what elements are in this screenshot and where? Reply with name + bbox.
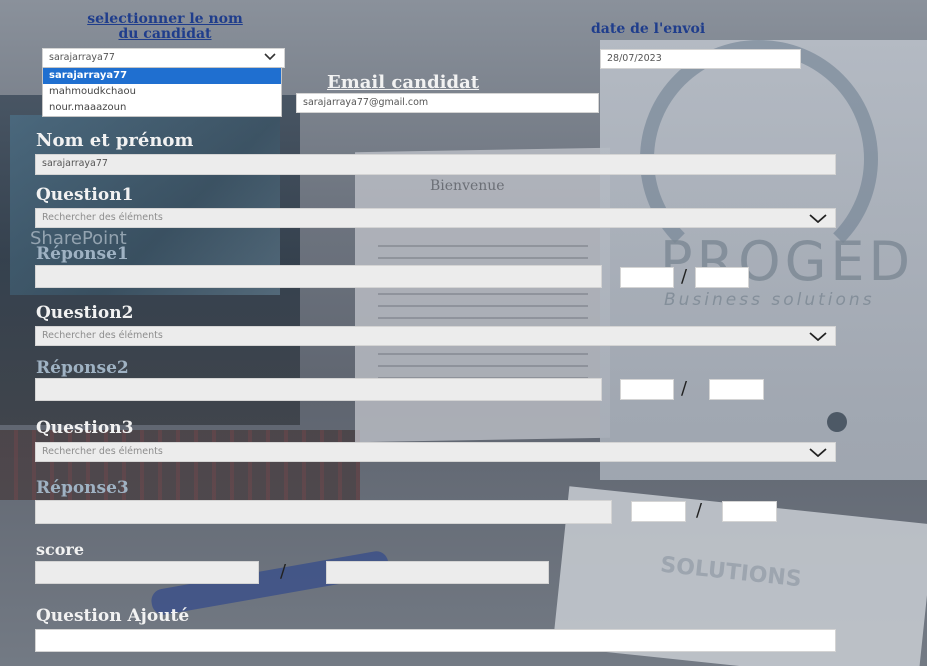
added-question-label: Question Ajouté	[36, 606, 190, 626]
chevron-down-icon	[809, 214, 827, 223]
question2-label: Question2	[36, 303, 134, 323]
answer1-label: Réponse1	[36, 244, 129, 264]
candidate-option[interactable]: sarajarraya77	[43, 68, 281, 84]
background-contacts	[620, 402, 920, 422]
answer1-max-input[interactable]	[695, 267, 749, 288]
answer1-field[interactable]	[35, 265, 602, 288]
background-bienvenue-text: Bienvenue	[430, 178, 505, 194]
candidate-select-value: sarajarraya77	[49, 52, 115, 63]
question1-label: Question1	[36, 185, 134, 205]
answer3-max-input[interactable]	[722, 501, 777, 522]
email-label: Email candidat	[327, 72, 480, 93]
answer3-score-input[interactable]	[631, 501, 686, 522]
answer2-score-separator: /	[681, 378, 688, 399]
answer2-score-input[interactable]	[620, 379, 674, 400]
candidate-dropdown-list: sarajarraya77 mahmoudkchaou nour.maaazou…	[42, 67, 282, 117]
answer1-score-separator: /	[681, 266, 688, 287]
answer2-field[interactable]	[35, 378, 602, 401]
question2-placeholder: Rechercher des éléments	[42, 330, 163, 341]
background-social-icon	[827, 412, 847, 432]
candidate-select[interactable]: sarajarraya77	[42, 48, 285, 68]
candidate-option[interactable]: nour.maaazoun	[43, 100, 281, 116]
email-field[interactable]: sarajarraya77@gmail.com	[296, 93, 599, 113]
score-total-input[interactable]	[326, 561, 549, 584]
candidate-select-label-line1: selectionner le nom	[87, 11, 243, 27]
question3-placeholder: Rechercher des éléments	[42, 446, 163, 457]
answer3-field[interactable]	[35, 500, 612, 524]
candidate-select-label-line2: du candidat	[118, 26, 212, 42]
score-label: score	[36, 540, 85, 559]
chevron-down-icon	[264, 53, 276, 61]
answer3-label: Réponse3	[36, 478, 129, 498]
answer3-score-separator: /	[696, 500, 703, 521]
background-brand-subtitle: Business solutions	[664, 290, 875, 310]
question1-placeholder: Rechercher des éléments	[42, 212, 163, 223]
question1-select[interactable]: Rechercher des éléments	[35, 208, 836, 228]
send-date-label: date de l'envoi	[591, 21, 706, 37]
answer2-label: Réponse2	[36, 358, 129, 378]
full-name-field[interactable]: sarajarraya77	[35, 154, 836, 175]
score-obtained-input[interactable]	[35, 561, 259, 584]
question3-select[interactable]: Rechercher des éléments	[35, 442, 836, 462]
send-date-field[interactable]: 28/07/2023	[600, 49, 801, 69]
question2-select[interactable]: Rechercher des éléments	[35, 326, 836, 346]
candidate-select-label: selectionner le nom du candidat	[48, 12, 282, 42]
full-name-label: Nom et prénom	[36, 130, 194, 151]
added-question-field[interactable]	[35, 629, 836, 652]
answer2-max-input[interactable]	[709, 379, 764, 400]
question3-label: Question3	[36, 418, 134, 438]
chevron-down-icon	[809, 332, 827, 341]
answer1-score-input[interactable]	[620, 267, 674, 288]
candidate-option[interactable]: mahmoudkchaou	[43, 84, 281, 100]
background-document-lines	[378, 235, 588, 385]
score-separator: /	[280, 561, 287, 582]
chevron-down-icon	[809, 448, 827, 457]
